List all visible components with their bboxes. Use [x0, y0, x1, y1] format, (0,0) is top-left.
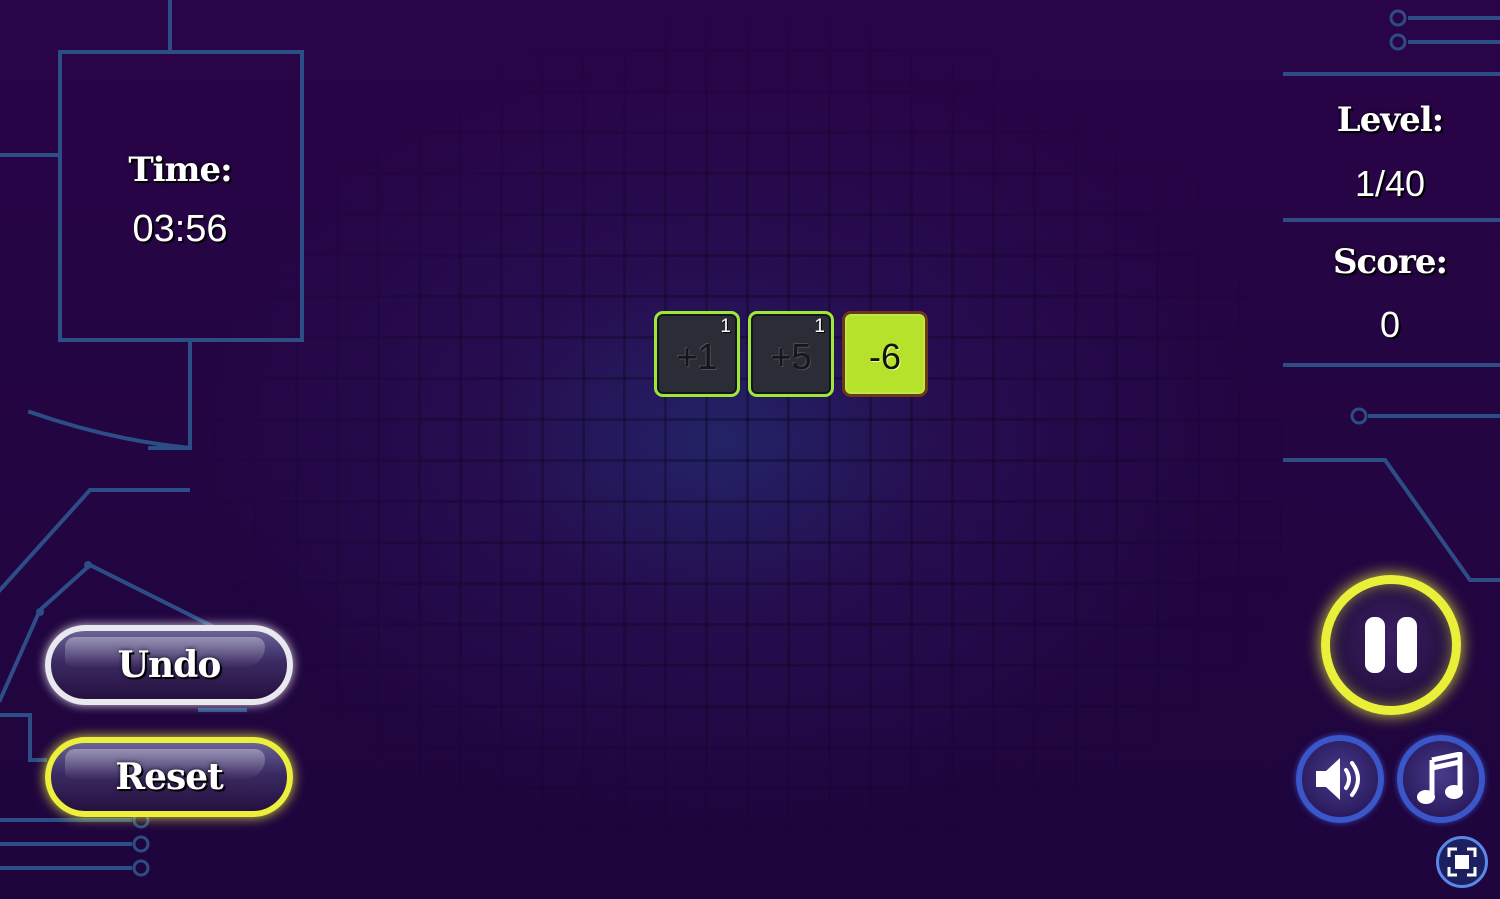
pause-button[interactable]	[1321, 575, 1461, 715]
pause-icon	[1365, 617, 1417, 673]
game-stage: Time: 03:56 Level: 1/40 Score: 0 1 +1 1 …	[0, 0, 1500, 899]
stats-panel: Level: 1/40 Score: 0	[1290, 80, 1490, 370]
speaker-icon	[1316, 758, 1360, 800]
reset-label: Reset	[115, 756, 224, 798]
level-value: 1/40	[1354, 163, 1426, 204]
time-label: Time:	[128, 150, 232, 190]
level-label: Level:	[1336, 100, 1444, 140]
undo-button[interactable]: Undo	[45, 625, 293, 705]
music-button[interactable]	[1397, 735, 1485, 823]
music-note-icon	[1417, 752, 1463, 804]
undo-label: Undo	[117, 644, 222, 686]
tile-use-count: 1	[814, 316, 825, 337]
time-value: 03:56	[132, 208, 228, 250]
reset-button[interactable]: Reset	[45, 737, 293, 817]
sound-button[interactable]	[1296, 735, 1384, 823]
tile-use-count: 1	[720, 316, 731, 337]
tile-plus-5[interactable]: 1 +5	[748, 311, 834, 397]
tile-value: +1	[676, 336, 718, 377]
tile-value: +5	[770, 336, 812, 377]
tile-minus-6[interactable]: -6	[842, 311, 928, 397]
time-panel: Time: 03:56	[58, 50, 302, 340]
tile-row: 1 +1 1 +5 -6	[654, 311, 934, 403]
fullscreen-icon	[1447, 847, 1477, 877]
score-value: 0	[1379, 304, 1401, 345]
fullscreen-button[interactable]	[1436, 836, 1488, 888]
tile-value: -6	[868, 336, 901, 377]
tile-plus-1[interactable]: 1 +1	[654, 311, 740, 397]
score-label: Score:	[1332, 242, 1448, 282]
